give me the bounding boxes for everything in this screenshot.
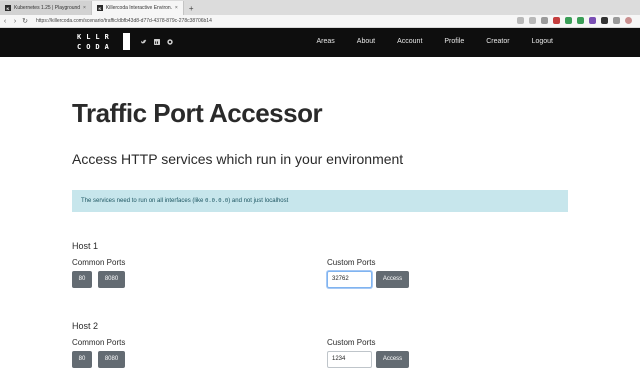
port-80-button[interactable]: 80 <box>72 271 92 288</box>
twitter-icon[interactable] <box>141 39 147 45</box>
browser-tab-bar: K Kubernetes 1.25 | Playground × K Kille… <box>0 0 640 15</box>
killercoda-logo[interactable]: KLLR CODA <box>77 32 114 52</box>
port-8080-button[interactable]: 8080 <box>98 271 125 288</box>
tab-title: Killercoda Interactive Environ... <box>105 5 172 11</box>
menu-about[interactable]: About <box>357 38 375 45</box>
host-1-heading: Host 1 <box>72 241 99 251</box>
back-icon[interactable]: ‹ <box>0 18 10 25</box>
access-button[interactable]: Access <box>376 271 409 288</box>
page-title: Traffic Port Accessor <box>72 98 323 128</box>
extension-icon[interactable] <box>529 17 536 24</box>
extension-icon[interactable] <box>613 17 620 24</box>
common-ports-label: Common Ports <box>72 338 126 347</box>
close-tab-icon[interactable]: × <box>175 5 178 11</box>
extension-icon[interactable] <box>577 17 584 24</box>
menu-account[interactable]: Account <box>397 38 422 45</box>
logo-badge-icon <box>123 33 130 50</box>
browser-tab-1[interactable]: K Kubernetes 1.25 | Playground × <box>0 1 92 15</box>
extension-icon[interactable] <box>553 17 560 24</box>
menu-areas[interactable]: Areas <box>317 38 335 45</box>
logo-line: KLLR <box>77 33 114 41</box>
host-2-heading: Host 2 <box>72 321 99 331</box>
killercoda-favicon-icon: K <box>96 5 103 11</box>
custom-ports-label: Custom Ports <box>327 338 376 347</box>
profile-avatar[interactable] <box>625 17 632 24</box>
extension-icon[interactable] <box>541 17 548 24</box>
interface-notice: The services need to run on all interfac… <box>72 190 568 212</box>
tab-title: Kubernetes 1.25 | Playground <box>14 5 80 11</box>
github-icon[interactable] <box>167 39 173 45</box>
custom-ports-label: Custom Ports <box>327 258 376 267</box>
menu-creator[interactable]: Creator <box>486 38 509 45</box>
menu-logout[interactable]: Logout <box>532 38 553 45</box>
notice-code: 0.0.0.0 <box>205 198 229 204</box>
social-links <box>141 39 173 45</box>
menu-profile[interactable]: Profile <box>444 38 464 45</box>
extension-icon[interactable] <box>589 17 596 24</box>
forward-icon[interactable]: › <box>10 18 20 25</box>
main-menu: Areas About Account Profile Creator Logo… <box>295 38 554 45</box>
notice-text: The services need to run on all interfac… <box>81 198 206 204</box>
address-bar[interactable]: https://killercoda.com/scenario/traffic/… <box>36 17 398 26</box>
extension-icon[interactable] <box>601 17 608 24</box>
new-tab-button[interactable]: + <box>184 4 199 15</box>
logo-line: CODA <box>77 43 114 51</box>
site-header: KLLR CODA Areas About Account Profile Cr… <box>0 28 640 57</box>
reload-icon[interactable]: ↻ <box>20 17 30 25</box>
notice-text: ) and not just localhost <box>228 198 289 204</box>
extension-icon[interactable] <box>517 17 524 24</box>
common-ports-label: Common Ports <box>72 258 126 267</box>
custom-port-input[interactable]: 32762 <box>327 271 372 288</box>
extension-icons <box>517 17 632 24</box>
close-tab-icon[interactable]: × <box>83 5 86 11</box>
killercoda-favicon-icon: K <box>5 5 11 11</box>
extension-icon[interactable] <box>565 17 572 24</box>
page-subtitle: Access HTTP services which run in your e… <box>72 151 404 167</box>
browser-tab-2[interactable]: K Killercoda Interactive Environ... × <box>91 1 184 15</box>
browser-toolbar: ‹ › ↻ https://killercoda.com/scenario/tr… <box>0 15 640 28</box>
linkedin-icon[interactable] <box>154 39 160 45</box>
